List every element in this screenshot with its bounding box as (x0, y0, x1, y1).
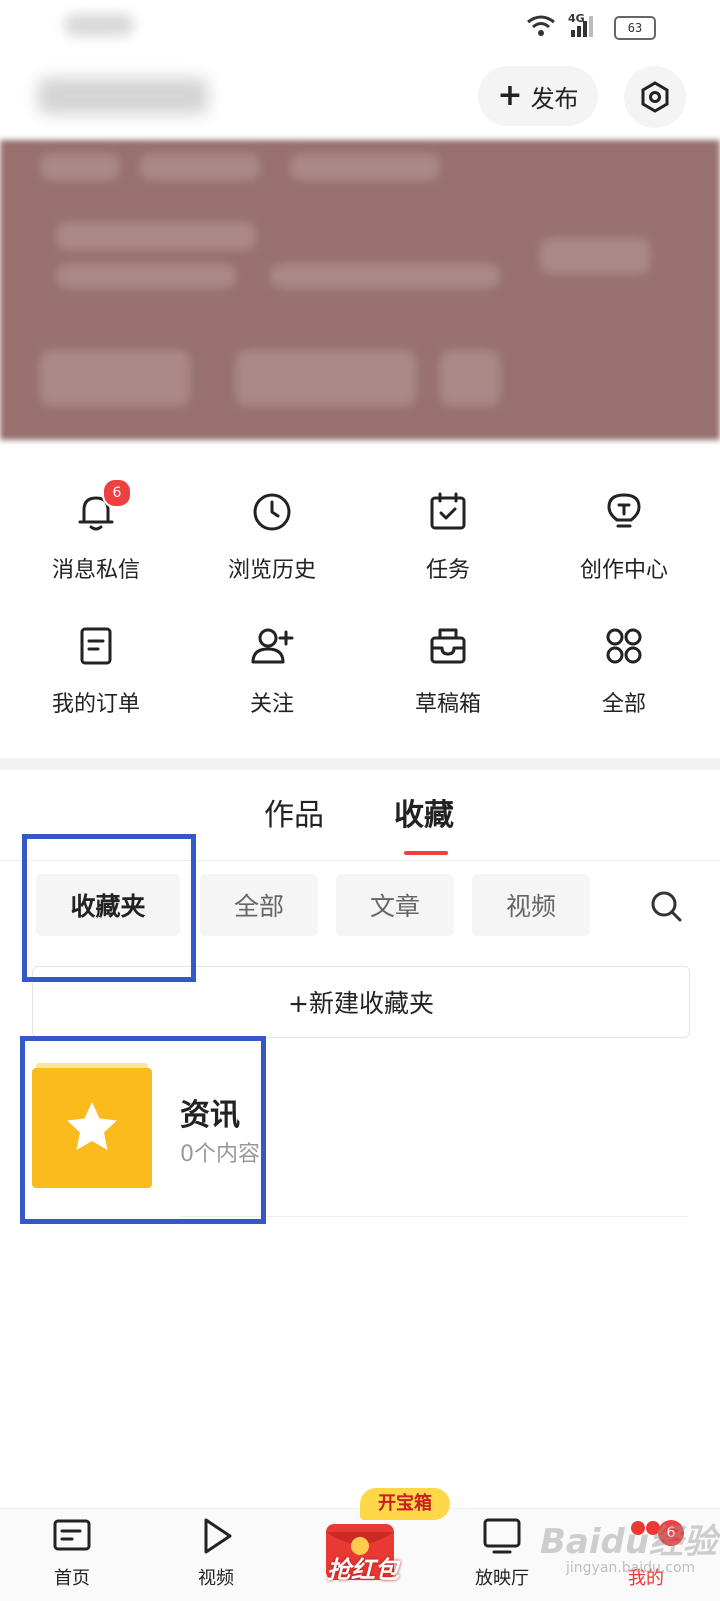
nav-hongbao-label[interactable]: 抢红包 (318, 1550, 408, 1585)
messages-badge: 6 (102, 478, 132, 508)
quick-action-following[interactable]: 关注 (184, 610, 360, 730)
lightbulb-icon (607, 493, 641, 528)
nav-video-label: 视频 (198, 1568, 234, 1589)
quick-action-label: 创作中心 (579, 558, 668, 583)
publish-button[interactable]: + 发布 (478, 66, 598, 126)
quick-action-all[interactable]: 全部 (536, 610, 712, 730)
status-time-blurred (64, 14, 134, 36)
watermark-logo: Baidu经验 (540, 1522, 718, 1562)
plus-icon: + (497, 78, 523, 113)
chip-articles[interactable]: 文章 (336, 874, 454, 936)
profile-banner-blurred (0, 140, 720, 440)
play-icon (204, 1518, 232, 1554)
quick-action-drafts[interactable]: 草稿箱 (360, 610, 536, 730)
cell-signal-icon (571, 16, 593, 37)
clock-icon (253, 493, 291, 531)
quick-action-messages[interactable]: 6 消息私信 (8, 476, 184, 596)
quick-action-label: 草稿箱 (414, 692, 481, 717)
grid-icon (606, 628, 642, 664)
watermark-url: jingyan.baidu.com (566, 1560, 696, 1576)
highlight-box-folders-chip (22, 834, 196, 982)
status-bar: 4G 63 (0, 0, 720, 56)
document-icon (80, 627, 112, 665)
highlight-box-folder-item (20, 1036, 266, 1224)
quick-action-creator-center[interactable]: 创作中心 (536, 476, 712, 596)
nav-theater-label: 放映厅 (475, 1568, 529, 1589)
quick-action-label: 关注 (249, 692, 294, 717)
settings-button[interactable] (624, 66, 686, 128)
calendar-check-icon (430, 492, 466, 530)
tv-icon (483, 1518, 521, 1554)
wifi-icon (527, 15, 555, 36)
section-divider (0, 758, 720, 770)
nav-home[interactable]: 首页 (22, 1514, 122, 1590)
quick-action-orders[interactable]: 我的订单 (8, 610, 184, 730)
battery-indicator: 63 (614, 16, 656, 40)
quick-action-label: 全部 (601, 692, 646, 717)
tab-works[interactable]: 作品 (264, 790, 324, 834)
quick-action-tasks[interactable]: 任务 (360, 476, 536, 596)
tab-favorites[interactable]: 收藏 (394, 790, 454, 834)
search-icon[interactable] (648, 888, 684, 924)
tab-active-indicator (404, 851, 448, 855)
nav-home-label: 首页 (54, 1568, 90, 1589)
username-blurred (38, 78, 208, 114)
quick-action-label: 任务 (425, 558, 470, 583)
quick-action-label: 我的订单 (51, 692, 140, 717)
nav-theater[interactable]: 放映厅 (452, 1514, 552, 1590)
drafts-box-icon (430, 628, 466, 664)
publish-label: 发布 (530, 84, 579, 113)
user-add-icon (251, 628, 294, 664)
home-icon (53, 1519, 91, 1551)
quick-action-history[interactable]: 浏览历史 (184, 476, 360, 596)
chip-all[interactable]: 全部 (200, 874, 318, 936)
chip-videos[interactable]: 视频 (472, 874, 590, 936)
treasure-box-tag[interactable]: 开宝箱 (360, 1488, 450, 1520)
quick-action-label: 浏览历史 (227, 558, 316, 583)
nav-video[interactable]: 视频 (166, 1514, 266, 1590)
quick-action-label: 消息私信 (51, 558, 140, 583)
settings-hexagon-icon (641, 81, 669, 113)
